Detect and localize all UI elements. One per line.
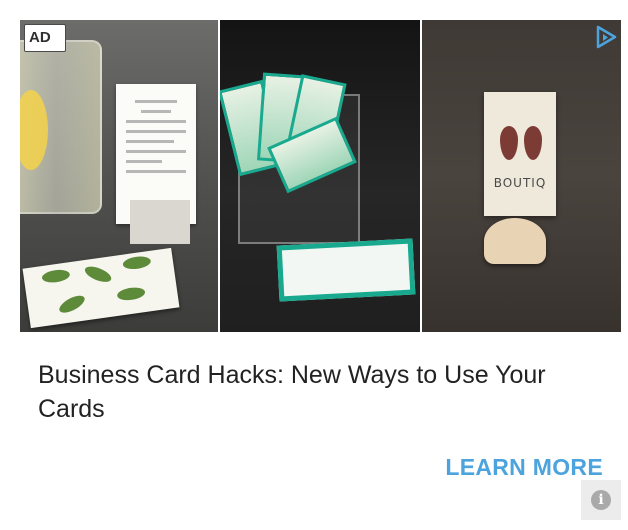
earring-image — [500, 126, 518, 160]
card-brand-text: BOUTIQ — [493, 176, 547, 190]
ad-badge: AD — [24, 24, 66, 52]
info-button[interactable]: i — [581, 480, 621, 520]
earring-image — [524, 126, 542, 160]
flat-card-image — [276, 238, 416, 302]
ad-image-card-holder[interactable] — [220, 20, 420, 332]
ad-headline[interactable]: Business Card Hacks: New Ways to Use You… — [38, 358, 613, 426]
ad-card[interactable]: BOUTIQ AD Business Card Hacks: New Ways … — [20, 20, 621, 520]
earring-card-image: BOUTIQ — [484, 92, 556, 216]
wood-stand-image — [484, 218, 546, 264]
ad-image-lemonade-menu[interactable] — [20, 20, 218, 332]
ad-image-strip[interactable]: BOUTIQ — [20, 20, 621, 332]
ad-badge-label: AD — [29, 29, 51, 46]
menu-stand-image — [130, 200, 190, 244]
learn-more-button[interactable]: LEARN MORE — [445, 454, 603, 481]
adchoices-icon[interactable] — [593, 24, 619, 50]
ad-image-earring-display[interactable]: BOUTIQ — [422, 20, 621, 332]
info-icon: i — [591, 490, 611, 510]
floral-cards-image — [22, 247, 180, 329]
